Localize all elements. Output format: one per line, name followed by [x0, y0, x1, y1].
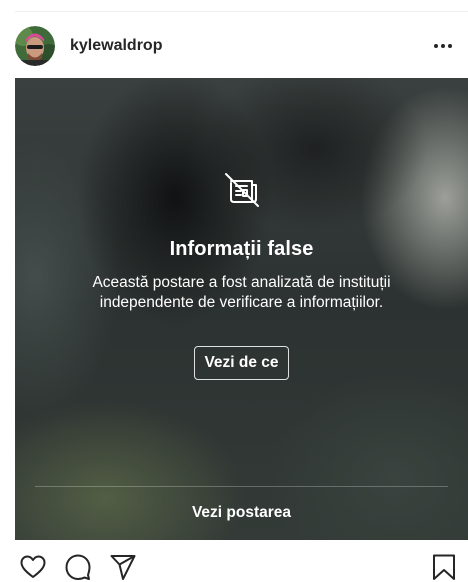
bookmark-icon[interactable]	[430, 553, 458, 581]
warning-description: Această postare a fost analizată de inst…	[92, 274, 391, 311]
comment-icon[interactable]	[64, 553, 92, 581]
post-header: kylewaldrop	[15, 24, 456, 68]
more-options-button[interactable]	[430, 36, 456, 56]
top-divider	[15, 11, 468, 12]
send-icon[interactable]	[109, 553, 137, 581]
warning-title: Informații false	[169, 238, 314, 260]
action-bar	[15, 552, 458, 582]
avatar[interactable]	[15, 26, 55, 66]
false-info-overlay: Informații false Această postare a fost …	[15, 170, 468, 380]
see-post-label: Vezi postarea	[191, 504, 292, 521]
hidden-content-icon	[224, 173, 259, 207]
heart-icon[interactable]	[19, 553, 47, 581]
more-dot	[441, 44, 445, 48]
avatar-image	[15, 26, 55, 66]
more-dot	[448, 44, 452, 48]
post-media: Informații false Această postare a fost …	[15, 78, 468, 540]
see-why-button[interactable]: Vezi de ce	[194, 346, 289, 380]
see-post-button[interactable]: Vezi postarea	[15, 486, 468, 540]
more-dot	[434, 44, 438, 48]
username[interactable]: kylewaldrop	[70, 37, 162, 55]
